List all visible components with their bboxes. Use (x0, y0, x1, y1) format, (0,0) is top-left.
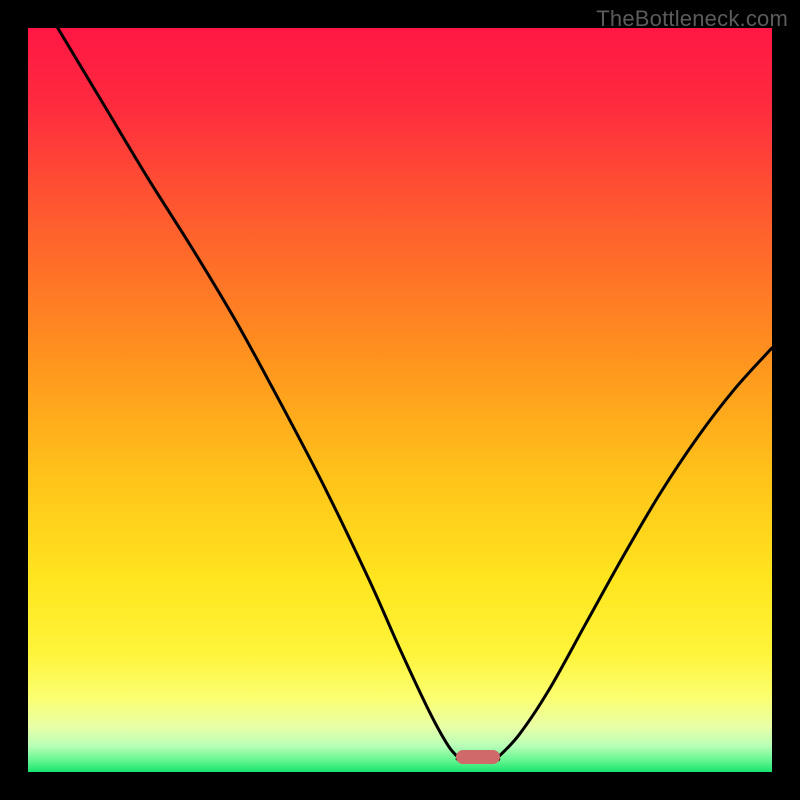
chart-frame: TheBottleneck.com (0, 0, 800, 800)
optimal-marker-pill (456, 750, 500, 764)
v-curve (28, 28, 772, 772)
plot-area (28, 28, 772, 772)
